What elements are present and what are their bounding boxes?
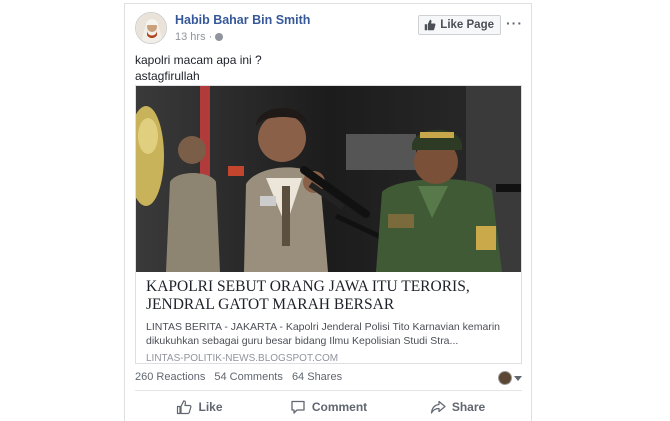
like-page-label: Like Page: [440, 19, 494, 31]
comments-count[interactable]: 54 Comments: [214, 371, 282, 383]
post-text-line: astagfirullah: [135, 69, 200, 83]
share-arrow-icon: [430, 400, 446, 414]
post-text: kapolri macam apa ini ? astagfirullah: [135, 52, 262, 84]
time-separator: ·: [208, 31, 213, 43]
reactions-count[interactable]: 260 Reactions: [135, 371, 205, 383]
link-title-line: JENDRAL GATOT MARAH BERSAR: [146, 296, 395, 313]
link-preview[interactable]: KAPOLRI SEBUT ORANG JAWA ITU TERORIS, JE…: [135, 85, 522, 364]
link-domain: LINTAS-POLITIK-NEWS.BLOGSPOT.COM: [146, 353, 339, 364]
post-card: Habib Bahar Bin Smith 13 hrs · Like Page…: [124, 3, 532, 421]
link-description-line: LINTAS BERITA - JAKARTA - Kapolri Jender…: [146, 321, 501, 333]
comment-label: Comment: [311, 400, 368, 414]
post-time[interactable]: 13 hrs: [175, 31, 206, 43]
link-description: LINTAS BERITA - JAKARTA - Kapolri Jender…: [146, 320, 511, 348]
reactor-selector[interactable]: [498, 371, 522, 385]
shares-count[interactable]: 64 Shares: [292, 371, 342, 383]
like-thumb-icon: [177, 400, 192, 415]
author-avatar[interactable]: [135, 12, 167, 44]
more-icon[interactable]: ···: [506, 15, 523, 31]
link-title[interactable]: KAPOLRI SEBUT ORANG JAWA ITU TERORIS, JE…: [146, 278, 511, 314]
divider: [135, 390, 522, 391]
share-button[interactable]: Share: [393, 396, 522, 418]
share-label: Share: [451, 400, 486, 414]
like-thumb-icon: [425, 19, 436, 31]
post-header: Habib Bahar Bin Smith 13 hrs · Like Page…: [135, 12, 523, 48]
like-button[interactable]: Like: [135, 396, 264, 418]
like-page-button[interactable]: Like Page: [418, 15, 501, 35]
post-actions: Like Comment Share: [135, 396, 522, 418]
comment-button[interactable]: Comment: [264, 396, 393, 418]
link-description-line: dikukuhkan sebagai guru besar bidang Ilm…: [146, 335, 459, 347]
link-preview-image[interactable]: [136, 86, 521, 272]
link-preview-info[interactable]: KAPOLRI SEBUT ORANG JAWA ITU TERORIS, JE…: [136, 272, 521, 364]
caret-down-icon: [514, 375, 522, 381]
like-label: Like: [198, 400, 223, 414]
post-stats: 260 Reactions 54 Comments 64 Shares: [135, 371, 522, 387]
link-title-line: KAPOLRI SEBUT ORANG JAWA ITU TERORIS,: [146, 278, 470, 295]
author-name[interactable]: Habib Bahar Bin Smith: [175, 13, 310, 27]
post-meta: 13 hrs ·: [175, 31, 224, 43]
post-text-line: kapolri macam apa ini ?: [135, 53, 262, 67]
avatar: [498, 371, 512, 385]
comment-bubble-icon: [291, 400, 305, 414]
globe-icon: [215, 33, 224, 41]
